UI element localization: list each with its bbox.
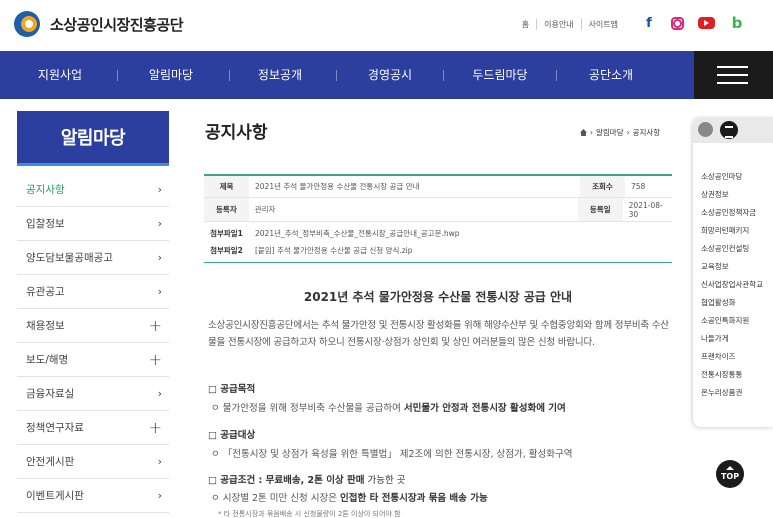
plus-icon: + [148,418,162,437]
top-header: 소상공인시장진흥공단 홈 이용안내 사이트맵 f b [0,0,773,51]
sidebar-item-auction[interactable]: 양도담보물공매공고 › [17,241,169,275]
file1-link[interactable]: 2021년_추석_정부비축_수산물_전통시장_공급안내_공고문.hwp [249,228,460,239]
quick-link[interactable]: 희망리턴패키지 [701,225,771,236]
chevron-right-icon: › [157,489,162,502]
footnote: * 타 전통시장과 묶음배송 시 신청물량이 2톤 이상이 되어야 함 [218,510,401,518]
site-logo[interactable]: 소상공인시장진흥공단 [14,11,184,37]
home-icon[interactable] [580,129,587,136]
sns-links: f b [641,14,745,32]
quick-link[interactable]: 온누리상품권 [701,387,771,398]
page-title: 공지사항 [205,123,268,143]
views-value: 758 [631,182,646,191]
quick-link[interactable]: 신사업창업사관학교 [701,279,771,290]
facebook-icon[interactable]: f [641,15,657,31]
quick-link[interactable]: 소상공인마당 [701,171,771,182]
subject-label: 제목 [204,176,249,197]
blog-icon[interactable]: b [729,14,745,32]
quick-links: 소상공인마당 상권정보 소상공인정책자금 희망리턴패키지 소상공인컨설팅 교육정… [701,171,771,405]
section-conditions: □ 공급조건 : 무료배송, 2톤 이상 판매 가능한 곳 [208,475,406,486]
nav-notice[interactable]: 알림마당 [131,51,211,99]
section-target: □ 공급대상 [208,430,256,441]
nav-about[interactable]: 공단소개 [571,51,651,99]
sidebar-title: 알림마당 [17,111,169,166]
sitemap-link[interactable]: 사이트맵 [582,19,625,30]
quick-menu-panel: 소상공인마당 상권정보 소상공인정책자금 희망리턴패키지 소상공인컨설팅 교육정… [693,117,773,427]
sidebar-item-notice[interactable]: 공지사항 › [17,173,169,207]
chevron-right-icon: › [157,387,162,400]
bullet-conditions: ㅇ 시장별 2톤 미만 신청 시장은 인접한 타 전통시장과 묶음 배송 가능 [211,493,488,504]
chevron-right-icon: › [157,217,162,230]
file2-link[interactable]: [붙임] 추석 물가안정용 수산물 공급 신청 양식.zip [249,245,413,256]
quick-link[interactable]: 교육정보 [701,261,771,272]
date-label: 등록일 [577,198,623,221]
breadcrumb-notice-board[interactable]: 알림마당 [596,127,624,138]
chevron-right-icon: › [157,455,162,468]
quick-link[interactable]: 전통시장통통 [701,369,771,380]
section-purpose: □ 공급목적 [208,384,256,395]
sidebar-item-safety[interactable]: 안전게시판 › [17,445,169,479]
image-icon[interactable] [698,122,713,137]
list-icon[interactable] [720,121,738,139]
main-nav: 지원사업 알림마당 정보공개 경영공시 두드림마당 공단소개 [0,51,773,99]
sidebar-item-press[interactable]: 보도/해명 + [17,343,169,377]
attachments: 첨부파일1 2021년_추석_정부비축_수산물_전통시장_공급안내_공고문.hw… [204,222,672,262]
nav-support[interactable]: 지원사업 [20,51,100,99]
author-value: 관리자 [254,205,276,214]
sidebar-item-finance[interactable]: 금융자료실 › [17,377,169,411]
utility-links: 홈 이용안내 사이트맵 [515,19,625,30]
sidebar-item-research[interactable]: 정책연구자료 + [17,411,169,445]
sidebar-item-bids[interactable]: 입찰정보 › [17,207,169,241]
quick-link[interactable]: 나들가게 [701,333,771,344]
nav-management[interactable]: 경영공시 [350,51,430,99]
nav-dodream[interactable]: 두드림마당 [460,51,540,99]
guide-link[interactable]: 이용안내 [537,19,582,30]
logo-mark-icon [14,11,44,37]
bullet-purpose: ㅇ 물가안정을 위해 정부비축 수산물을 공급하여 서민물가 안정과 전통시장 … [211,403,566,414]
subject-value: 2021년 추석 물가안정용 수산물 전통시장 공급 안내 [255,182,420,191]
logo-text: 소상공인시장진흥공단 [50,15,184,34]
plus-icon: + [148,350,162,369]
plus-icon: + [148,316,162,335]
article-paragraph: 소상공인시장진흥공단에서는 추석 물가안정 및 전통시장 활성화를 위해 해양수… [208,320,669,348]
chevron-right-icon: › [157,285,162,298]
sidebar-item-recruit[interactable]: 채용정보 + [17,309,169,343]
views-label: 조회수 [580,176,625,197]
quick-tabs [693,117,773,143]
bullet-target: ㅇ 「전통시장 및 상점가 육성을 위한 특별법」 제2조에 의한 전통시장, … [211,449,573,460]
instagram-icon[interactable] [671,16,684,30]
quick-link[interactable]: 소상공인정책자금 [701,207,771,218]
post-info-table: 제목 2021년 추석 물가안정용 수산물 전통시장 공급 안내 조회수 758… [204,174,672,263]
chevron-right-icon: › [157,251,162,264]
chevron-right-icon: › [157,183,162,196]
quick-link[interactable]: 상권정보 [701,189,771,200]
date-value: 2021-08-30 [628,200,663,219]
sidebar-item-event[interactable]: 이벤트게시판 › [17,479,169,513]
file2-label: 첨부파일2 [210,246,243,255]
youtube-icon[interactable] [698,17,715,29]
quick-link[interactable]: 프랜차이즈 [701,351,771,362]
quick-link[interactable]: 소상공인컨설팅 [701,243,771,254]
breadcrumb: › 알림마당 › 공지사항 [580,127,660,138]
hamburger-menu-icon[interactable] [694,51,773,99]
home-link[interactable]: 홈 [515,19,538,30]
scroll-top-button[interactable]: TOP [716,460,744,488]
sidebar-menu: 공지사항 › 입찰정보 › 양도담보물공매공고 › 유관공고 › 채용정보 + 보도/해명… [17,173,169,513]
breadcrumb-notice[interactable]: 공지사항 [633,127,661,138]
file1-label: 첨부파일1 [210,229,243,238]
article-title: 2021년 추석 물가안정용 수산물 전통시장 공급 안내 [303,290,573,304]
quick-link[interactable]: 소공인특화지원 [701,315,771,326]
sidebar-item-related[interactable]: 유관공고 › [17,275,169,309]
quick-link[interactable]: 협업활성화 [701,297,771,308]
nav-disclosure[interactable]: 정보공개 [240,51,320,99]
author-label: 등록자 [204,198,249,221]
